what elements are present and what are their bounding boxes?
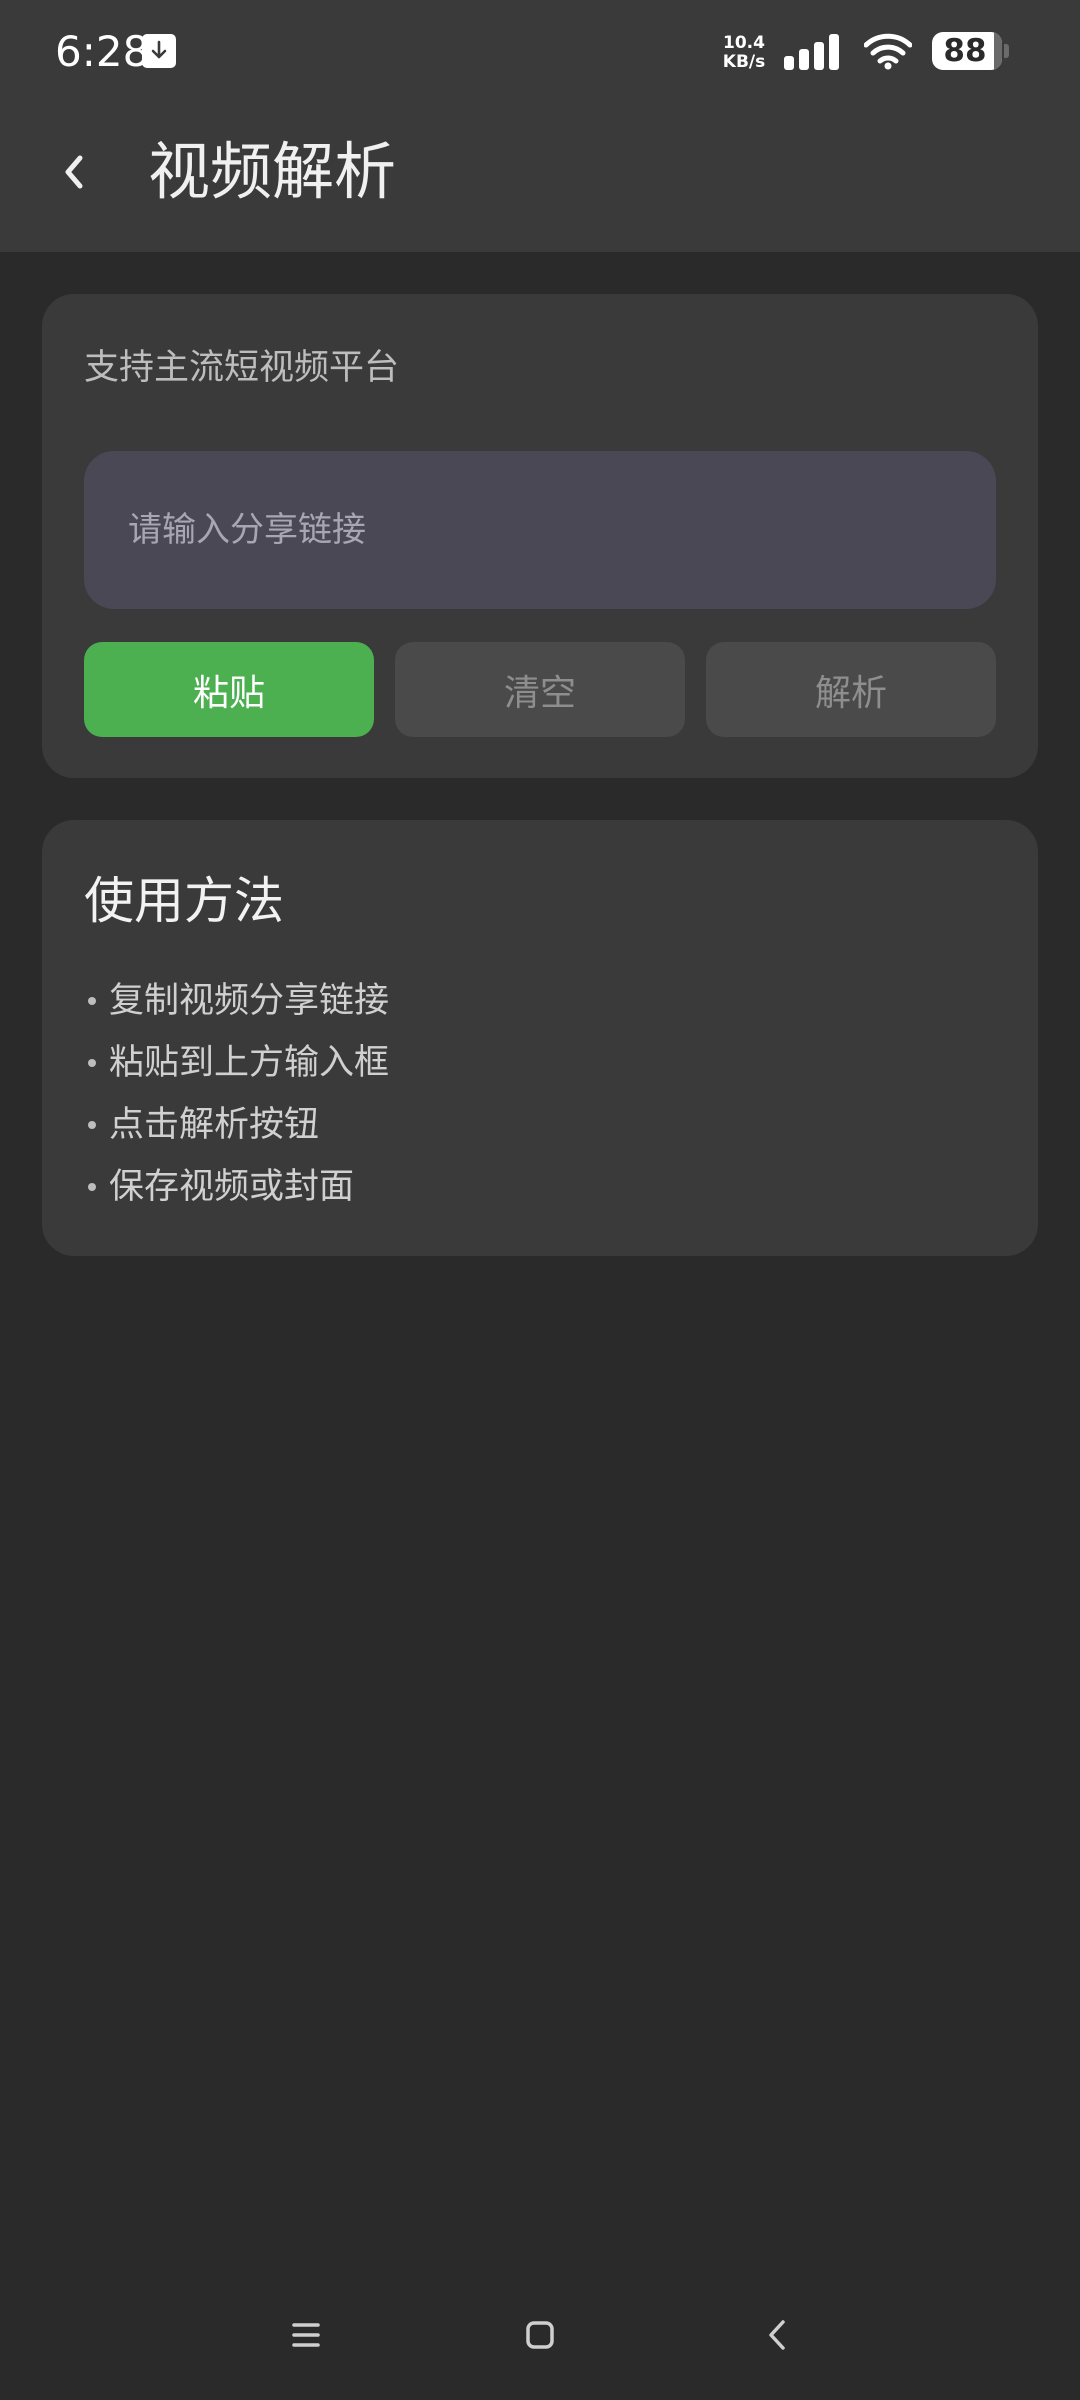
network-speed: 10.4 KB/s <box>718 34 770 72</box>
help-step-text: 保存视频或封面 <box>109 1167 355 1207</box>
help-card: 使用方法 复制视频分享链接 粘贴到上方输入框 点击解析按钮 保存视频或封面 <box>42 820 1038 1256</box>
page-title: 视频解析 <box>148 135 397 208</box>
bullet-icon <box>88 1059 96 1067</box>
back-icon <box>769 2320 785 2350</box>
home-icon <box>526 2321 554 2349</box>
recent-apps-button[interactable] <box>276 2305 336 2365</box>
help-step: 复制视频分享链接 <box>84 970 389 1032</box>
battery-cap <box>1004 44 1009 58</box>
battery-icon: 88 <box>932 32 1009 72</box>
help-step: 粘贴到上方输入框 <box>84 1032 389 1094</box>
app-bar: 视频解析 <box>0 104 1080 252</box>
signal-icon <box>784 32 842 72</box>
paste-button[interactable]: 粘贴 <box>84 642 374 737</box>
help-title: 使用方法 <box>84 872 284 930</box>
bullet-icon <box>88 1121 96 1129</box>
card-subtitle: 支持主流短视频平台 <box>84 348 400 388</box>
input-card: 支持主流短视频平台 粘贴 清空 解析 <box>42 294 1038 778</box>
help-steps: 复制视频分享链接 粘贴到上方输入框 点击解析按钮 保存视频或封面 <box>84 970 389 1218</box>
help-step: 保存视频或封面 <box>84 1156 389 1218</box>
network-speed-value: 10.4 <box>723 33 765 53</box>
help-step-text: 点击解析按钮 <box>109 1105 320 1145</box>
header: 6:28 10.4 KB/s 88 视频解析 <box>0 0 1080 252</box>
menu-icon <box>292 2323 320 2347</box>
status-time: 6:28 <box>55 27 150 76</box>
help-step: 点击解析按钮 <box>84 1094 389 1156</box>
url-input[interactable] <box>84 451 996 609</box>
wifi-icon <box>863 32 913 70</box>
chevron-left-icon <box>65 155 83 189</box>
download-notification-icon <box>142 34 176 68</box>
help-step-text: 复制视频分享链接 <box>109 981 390 1021</box>
bullet-icon <box>88 1183 96 1191</box>
navigation-bar <box>0 2290 1080 2380</box>
system-back-button[interactable] <box>748 2305 808 2365</box>
home-button[interactable] <box>510 2305 570 2365</box>
help-step-text: 粘贴到上方输入框 <box>109 1043 390 1083</box>
screen: 6:28 10.4 KB/s 88 视频解析 支持主流短视频平台 请输入分享链接… <box>0 0 1080 2400</box>
status-bar: 6:28 10.4 KB/s 88 <box>0 0 1080 104</box>
parse-button[interactable]: 解析 <box>706 642 996 737</box>
back-button[interactable] <box>40 130 108 214</box>
network-speed-unit: KB/s <box>722 52 766 72</box>
battery-level: 88 <box>943 33 987 69</box>
bullet-icon <box>88 997 96 1005</box>
clear-button[interactable]: 清空 <box>395 642 685 737</box>
